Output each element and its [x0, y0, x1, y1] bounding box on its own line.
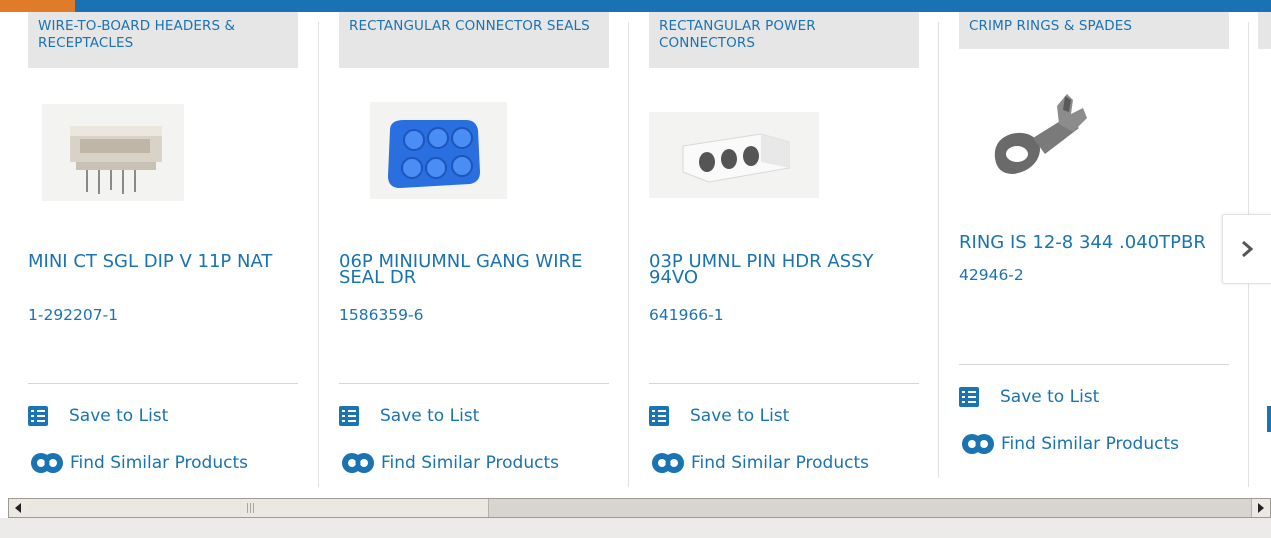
save-to-list-label: Save to List	[690, 406, 790, 426]
checklist-icon	[959, 387, 979, 407]
checklist-icon	[339, 406, 359, 426]
card-separator	[339, 383, 609, 384]
next-card-action-edge	[1267, 406, 1271, 432]
card-separator	[28, 383, 298, 384]
page-footer-strip	[0, 518, 1271, 538]
card-divider	[938, 22, 939, 478]
product-title-link[interactable]: RING IS 12-8 344 .040TPBR	[959, 234, 1229, 252]
pin-header-image[interactable]	[42, 104, 184, 201]
find-similar-label: Find Similar Products	[1001, 434, 1179, 454]
checklist-icon	[649, 406, 669, 426]
save-to-list-label: Save to List	[380, 406, 480, 426]
find-similar-button[interactable]: Find Similar Products	[339, 450, 559, 476]
ring-terminal-image[interactable]	[987, 88, 1099, 188]
save-to-list-button[interactable]: Save to List	[959, 387, 1099, 407]
save-to-list-label: Save to List	[69, 406, 169, 426]
horizontal-scrollbar[interactable]	[8, 498, 1271, 518]
product-title-link[interactable]: 06P MINIUMNL GANG WIRE SEAL DR	[339, 253, 609, 287]
triangle-left-icon	[15, 503, 21, 513]
gears-icon	[342, 453, 374, 473]
product-title-link[interactable]: 03P UMNL PIN HDR ASSY 94VO	[649, 253, 919, 287]
scrollbar-thumb[interactable]	[27, 499, 489, 517]
find-similar-button[interactable]: Find Similar Products	[28, 450, 248, 476]
card-separator	[649, 383, 919, 384]
category-label[interactable]: CRIMP RINGS & SPADES	[959, 12, 1229, 49]
card-divider	[628, 22, 629, 487]
scroll-left-button[interactable]	[9, 499, 28, 517]
gears-icon	[652, 453, 684, 473]
save-to-list-button[interactable]: Save to List	[649, 406, 789, 426]
next-card-category-edge	[1258, 12, 1271, 49]
save-to-list-button[interactable]: Save to List	[28, 406, 168, 426]
find-similar-label: Find Similar Products	[691, 453, 869, 473]
part-number-link[interactable]: 1-292207-1	[28, 306, 118, 324]
product-card: WIRE-TO-BOARD HEADERS & RECEPTACLES MINI…	[28, 12, 308, 488]
triangle-right-icon	[1258, 503, 1264, 513]
power-connector-image[interactable]	[649, 112, 819, 198]
find-similar-button[interactable]: Find Similar Products	[959, 431, 1179, 457]
checklist-icon	[28, 406, 48, 426]
part-number-link[interactable]: 641966-1	[649, 306, 724, 324]
save-to-list-label: Save to List	[1000, 387, 1100, 407]
category-label[interactable]: RECTANGULAR CONNECTOR SEALS	[339, 12, 609, 68]
gears-icon	[31, 453, 63, 473]
product-card: CRIMP RINGS & SPADES RING IS 12-8 344 .0…	[959, 12, 1239, 488]
scrollbar-grip	[247, 503, 255, 513]
find-similar-button[interactable]: Find Similar Products	[649, 450, 869, 476]
category-label[interactable]: WIRE-TO-BOARD HEADERS & RECEPTACLES	[28, 12, 298, 68]
chevron-right-icon	[1242, 240, 1254, 258]
carousel-next-button[interactable]	[1222, 214, 1271, 284]
product-card: RECTANGULAR CONNECTOR SEALS 06P MINIUMNL…	[339, 12, 619, 488]
part-number-link[interactable]: 42946-2	[959, 266, 1024, 284]
top-accent-highlight	[0, 0, 75, 12]
save-to-list-button[interactable]: Save to List	[339, 406, 479, 426]
part-number-link[interactable]: 1586359-6	[339, 306, 424, 324]
product-title-link[interactable]: MINI CT SGL DIP V 11P NAT	[28, 253, 298, 271]
product-carousel: WIRE-TO-BOARD HEADERS & RECEPTACLES MINI…	[0, 12, 1271, 488]
gears-icon	[962, 434, 994, 454]
find-similar-label: Find Similar Products	[381, 453, 559, 473]
wire-seal-image[interactable]	[370, 102, 507, 199]
top-accent-bar	[0, 0, 1271, 12]
product-card: RECTANGULAR POWER CONNECTORS 03P UMNL PI…	[649, 12, 929, 488]
card-separator	[959, 364, 1229, 365]
find-similar-label: Find Similar Products	[70, 453, 248, 473]
card-divider	[318, 22, 319, 487]
category-label[interactable]: RECTANGULAR POWER CONNECTORS	[649, 12, 919, 68]
scroll-right-button[interactable]	[1251, 499, 1270, 517]
